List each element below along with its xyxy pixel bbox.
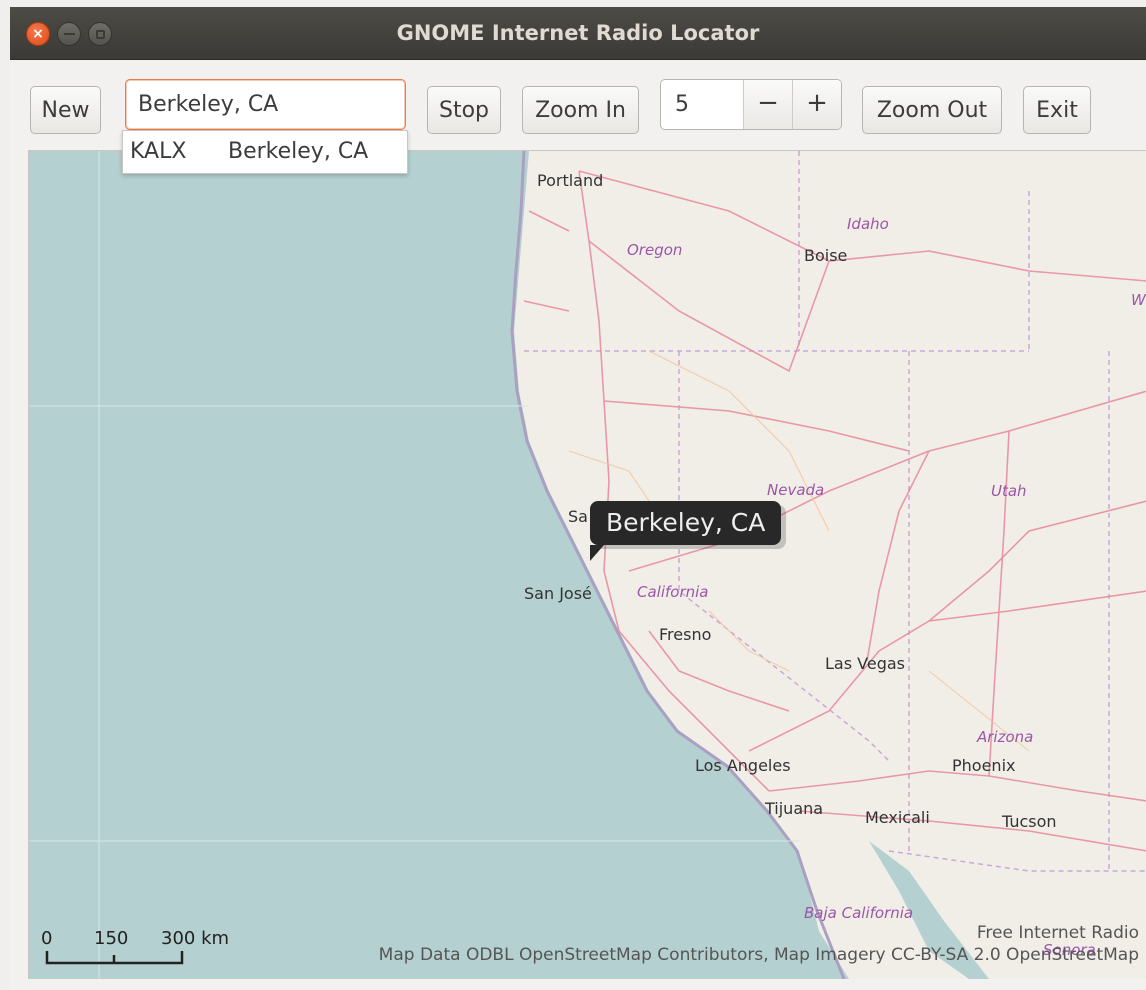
state-label: Idaho	[847, 215, 889, 233]
location-search-input[interactable]: Berkeley, CA	[125, 79, 406, 130]
state-label: Arizona	[977, 728, 1034, 746]
completion-location: Berkeley, CA	[228, 139, 369, 164]
place-label: Phoenix	[952, 756, 1016, 775]
map-tiles	[29, 151, 1146, 979]
place-label: Fresno	[659, 625, 712, 644]
place-label: Sa	[568, 507, 588, 526]
station-marker[interactable]: Berkeley, CA	[590, 501, 782, 561]
stop-button[interactable]: Stop	[427, 86, 501, 134]
place-label: Mexicali	[865, 808, 930, 827]
land-area	[514, 151, 1146, 979]
titlebar[interactable]: × GNOME Internet Radio Locator	[10, 7, 1146, 60]
zoom-in-button[interactable]: Zoom In	[522, 86, 639, 134]
state-label: California	[637, 583, 709, 601]
zoom-decrement-button[interactable]: −	[743, 80, 792, 129]
zoom-increment-button[interactable]: +	[792, 80, 841, 129]
completion-station: KALX	[130, 139, 187, 164]
app-window: × GNOME Internet Radio Locator New Berke…	[10, 7, 1146, 990]
place-label: Tucson	[1002, 812, 1057, 831]
state-label: Utah	[991, 482, 1027, 500]
place-label: Las Vegas	[825, 654, 905, 673]
scale-tick-label: 0	[41, 928, 53, 949]
zoom-out-button[interactable]: Zoom Out	[862, 86, 1002, 134]
map-view[interactable]: Portland Boise Sa San José Fresno Las Ve…	[28, 150, 1146, 979]
state-label: Baja California	[804, 904, 914, 922]
place-label: San José	[524, 584, 592, 603]
credit-text: Free Internet Radio	[976, 923, 1139, 943]
state-label: Oregon	[627, 241, 683, 259]
state-label: Nevada	[767, 481, 825, 499]
completion-popup[interactable]: KALX Berkeley, CA	[122, 130, 408, 174]
new-button[interactable]: New	[30, 86, 101, 134]
scale-tick-label: 300 km	[161, 928, 230, 949]
place-label: Portland	[537, 171, 604, 190]
place-label: Los Angeles	[695, 756, 791, 775]
exit-button[interactable]: Exit	[1023, 86, 1091, 134]
place-label: Boise	[804, 246, 848, 265]
state-label: W	[1131, 291, 1146, 309]
zoom-level-spinner: 5 − +	[660, 79, 842, 130]
zoom-level-value[interactable]: 5	[661, 80, 743, 129]
window-title: GNOME Internet Radio Locator	[396, 21, 760, 45]
place-label: Tijuana	[765, 799, 824, 818]
attribution-text: Map Data ODBL OpenStreetMap Contributors…	[378, 945, 1139, 965]
scale-tick-label: 150	[94, 928, 129, 949]
